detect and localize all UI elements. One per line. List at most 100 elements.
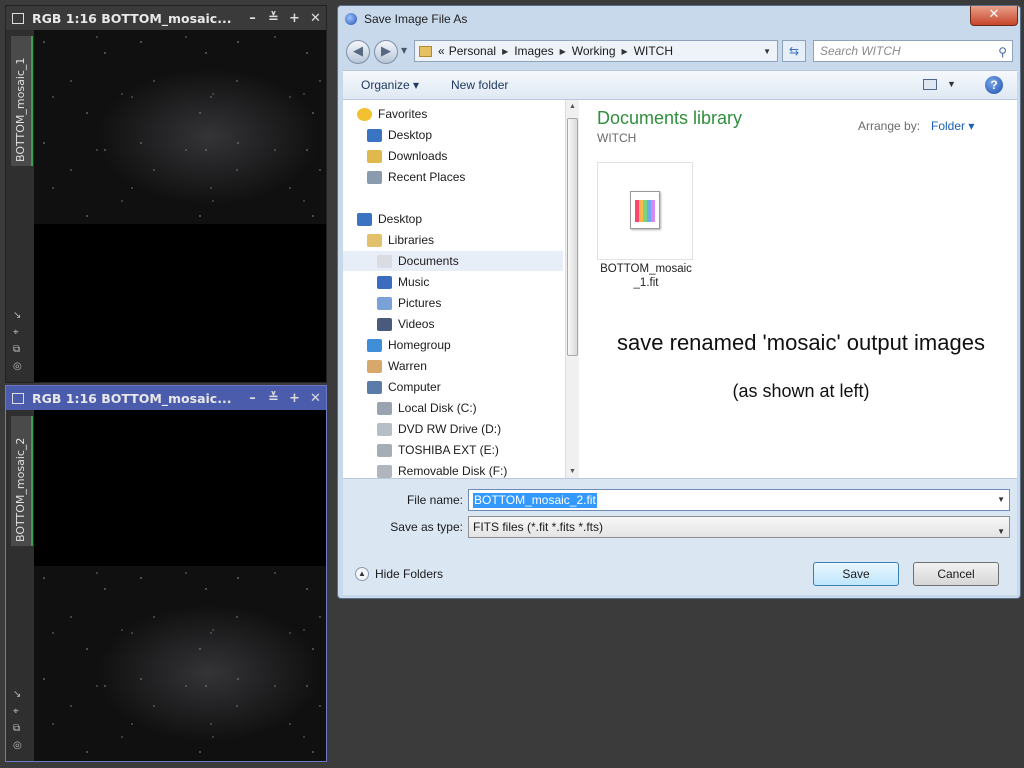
refresh-button[interactable]: ⇆ xyxy=(782,40,806,62)
scrollbar-thumb[interactable] xyxy=(567,118,578,356)
window-check-icon[interactable] xyxy=(12,12,24,24)
music-icon xyxy=(377,276,392,290)
breadcrumb-overflow[interactable]: « xyxy=(438,44,445,58)
nav-item-documents[interactable]: Documents xyxy=(343,251,563,271)
nav-item-desktop[interactable]: Desktop xyxy=(357,209,422,229)
image-window-mosaic-1[interactable]: RGB 1:16 BOTTOM_mosaic... – ≚ + ✕ BOTTOM… xyxy=(5,5,327,383)
nav-item-homegroup[interactable]: Homegroup xyxy=(367,335,451,355)
nav-item-label: Libraries xyxy=(388,233,435,247)
nav-item-label: Desktop xyxy=(388,128,433,142)
nav-item-removable-disk-f[interactable]: Removable Disk (F:) xyxy=(377,461,507,478)
help-button[interactable]: ? xyxy=(985,76,1003,94)
address-dropdown-icon[interactable]: ▼ xyxy=(763,47,771,56)
file-name-field[interactable]: BOTTOM_mosaic_2.fit ▼ xyxy=(468,489,1010,511)
hide-folders-button[interactable]: ▲ Hide Folders xyxy=(355,567,443,581)
save-image-dialog[interactable]: Save Image File As ✕ ◀ ▶ ▼ « Personal ▶ I… xyxy=(337,5,1021,599)
address-bar[interactable]: « Personal ▶ Images ▶ Working ▶ WITCH ▼ xyxy=(414,40,778,62)
maximize-button[interactable]: + xyxy=(284,391,305,406)
view-dropdown-icon[interactable]: ▼ xyxy=(947,79,956,89)
save-type-dropdown-icon[interactable]: ▼ xyxy=(997,522,1005,542)
scroll-down-icon[interactable]: ▼ xyxy=(569,468,576,475)
desktop-icon xyxy=(367,129,382,143)
search-icon[interactable]: ⚲ xyxy=(998,42,1007,62)
image-window-mosaic-2[interactable]: RGB 1:16 BOTTOM_mosaic... – ≚ + ✕ BOTTOM… xyxy=(5,385,327,762)
minimize-button[interactable]: – xyxy=(242,391,263,406)
shade-button[interactable]: ≚ xyxy=(263,11,284,26)
target-icon[interactable]: ◎ xyxy=(13,360,22,374)
breadcrumb-separator-icon[interactable]: ▶ xyxy=(502,47,508,56)
save-type-select[interactable]: FITS files (*.fit *.fits *.fts) ▼ xyxy=(468,516,1010,538)
organize-button[interactable]: Organize ▾ xyxy=(361,78,419,92)
crosshair-icon[interactable]: ⌖ xyxy=(13,705,22,719)
image-canvas[interactable] xyxy=(34,30,326,382)
save-button[interactable]: Save xyxy=(813,562,899,586)
nav-item-label: Warren xyxy=(388,359,427,373)
nav-scrollbar[interactable]: ▲ ▼ xyxy=(565,100,579,478)
file-name-label: File name: xyxy=(406,493,463,507)
nav-item-warren[interactable]: Warren xyxy=(367,356,427,376)
recent-locations-dropdown[interactable]: ▼ xyxy=(401,46,407,55)
file-list-pane[interactable]: Documents library WITCH Arrange by: Fold… xyxy=(579,100,1017,478)
image-canvas[interactable] xyxy=(34,410,326,761)
collapse-icon: ▲ xyxy=(355,567,369,581)
copy-icon[interactable]: ⧉ xyxy=(13,343,22,357)
computer-icon xyxy=(367,381,382,395)
save-type-label: Save as type: xyxy=(390,520,463,534)
change-view-icon[interactable] xyxy=(923,79,937,90)
address-row: ◀ ▶ ▼ « Personal ▶ Images ▶ Working ▶ WITCH… xyxy=(338,36,1022,66)
nav-item-label: TOSHIBA EXT (E:) xyxy=(398,443,499,457)
nav-item-computer[interactable]: Computer xyxy=(367,377,441,397)
dialog-title: Save Image File As xyxy=(364,12,468,26)
nav-item-desktop[interactable]: Desktop xyxy=(367,125,432,145)
minimize-button[interactable]: – xyxy=(242,11,263,26)
file-name-dropdown-icon[interactable]: ▼ xyxy=(997,495,1005,504)
nav-item-recent-places[interactable]: Recent Places xyxy=(367,167,465,187)
file-item[interactable] xyxy=(597,162,693,260)
breadcrumb-working[interactable]: Working xyxy=(572,44,616,58)
breadcrumb-personal[interactable]: Personal xyxy=(449,44,496,58)
nav-item-music[interactable]: Music xyxy=(377,272,429,292)
forward-button[interactable]: ▶ xyxy=(374,40,398,64)
scroll-up-icon[interactable]: ▲ xyxy=(569,103,576,110)
arrange-by-dropdown[interactable]: Folder ▾ xyxy=(931,119,974,133)
cancel-button[interactable]: Cancel xyxy=(913,562,999,586)
breadcrumb-witch[interactable]: WITCH xyxy=(634,44,673,58)
crosshair-icon[interactable]: ⌖ xyxy=(13,326,22,340)
window-check-icon[interactable] xyxy=(12,392,24,404)
auto-stretch-icon[interactable]: ↘ xyxy=(13,688,22,702)
nav-item-label: DVD RW Drive (D:) xyxy=(398,422,502,436)
maximize-button[interactable]: + xyxy=(284,11,305,26)
breadcrumb-separator-icon[interactable]: ▶ xyxy=(560,47,566,56)
dialog-close-button[interactable]: ✕ xyxy=(970,6,1018,26)
search-placeholder: Search WITCH xyxy=(820,44,901,58)
copy-icon[interactable]: ⧉ xyxy=(13,722,22,736)
close-button[interactable]: ✕ xyxy=(305,391,326,406)
image-window-titlebar[interactable]: RGB 1:16 BOTTOM_mosaic... – ≚ + ✕ xyxy=(6,6,326,30)
nav-item-label: Downloads xyxy=(388,149,448,163)
breadcrumb-separator-icon[interactable]: ▶ xyxy=(622,47,628,56)
nav-item-downloads[interactable]: Downloads xyxy=(367,146,447,166)
back-button[interactable]: ◀ xyxy=(346,40,370,64)
nav-item-local-disk-c[interactable]: Local Disk (C:) xyxy=(377,398,477,418)
removable-icon xyxy=(377,465,392,478)
close-button[interactable]: ✕ xyxy=(305,11,326,26)
image-id-tab[interactable]: BOTTOM_mosaic_2 xyxy=(11,416,33,546)
file-item-label[interactable]: BOTTOM_mosaic _1.fit xyxy=(591,262,701,290)
nav-item-videos[interactable]: Videos xyxy=(377,314,434,334)
nav-item-favorites[interactable]: Favorites xyxy=(357,104,427,124)
image-id-tab[interactable]: BOTTOM_mosaic_1 xyxy=(11,36,33,166)
nav-item-dvd-rw-drive-d[interactable]: DVD RW Drive (D:) xyxy=(377,419,501,439)
image-window-titlebar[interactable]: RGB 1:16 BOTTOM_mosaic... – ≚ + ✕ xyxy=(6,386,326,410)
navigation-pane[interactable]: Favorites Desktop Downloads Recent Places De… xyxy=(343,100,579,478)
new-folder-button[interactable]: New folder xyxy=(451,78,508,92)
target-icon[interactable]: ◎ xyxy=(13,739,22,753)
nav-item-pictures[interactable]: Pictures xyxy=(377,293,441,313)
file-name-value[interactable]: BOTTOM_mosaic_2.fit xyxy=(473,493,597,508)
dialog-toolbar: Organize ▾ New folder ▼ ? xyxy=(343,70,1017,100)
breadcrumb-images[interactable]: Images xyxy=(514,44,553,58)
auto-stretch-icon[interactable]: ↘ xyxy=(13,309,22,323)
search-input[interactable]: Search WITCH ⚲ xyxy=(813,40,1013,62)
nav-item-toshiba-ext-e[interactable]: TOSHIBA EXT (E:) xyxy=(377,440,499,460)
shade-button[interactable]: ≚ xyxy=(263,391,284,406)
nav-item-libraries[interactable]: Libraries xyxy=(367,230,434,250)
